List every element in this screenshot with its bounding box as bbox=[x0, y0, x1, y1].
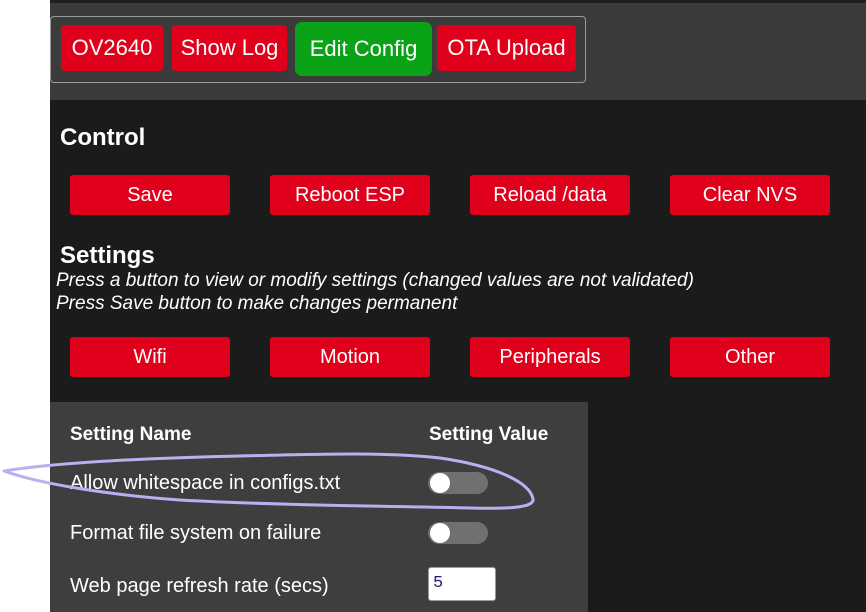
reload-data-button[interactable]: Reload /data bbox=[470, 175, 630, 215]
table-row-label: Web page refresh rate (secs) bbox=[70, 575, 329, 597]
setting-name-header: Setting Name bbox=[70, 424, 192, 445]
top-nav-bar: OV2640 Show Log Edit Config OTA Upload bbox=[50, 0, 866, 100]
settings-title: Settings bbox=[60, 242, 155, 269]
toggle-knob bbox=[430, 523, 450, 543]
table-row-label: Format file system on failure bbox=[70, 522, 322, 544]
settings-note-2: Press Save button to make changes perman… bbox=[56, 293, 458, 314]
nav-ov2640-button[interactable]: OV2640 bbox=[61, 25, 163, 71]
format-fs-toggle[interactable] bbox=[428, 522, 488, 544]
table-row-label: Allow whitespace in configs.txt bbox=[70, 472, 341, 494]
motion-button[interactable]: Motion bbox=[270, 337, 430, 377]
nav-edit-config-button[interactable]: Edit Config bbox=[295, 22, 432, 76]
app-container: OV2640 Show Log Edit Config OTA Upload C… bbox=[50, 0, 866, 612]
nav-ota-upload-button[interactable]: OTA Upload bbox=[437, 25, 576, 71]
settings-note-1: Press a button to view or modify setting… bbox=[56, 270, 694, 291]
toggle-knob bbox=[430, 473, 450, 493]
save-button[interactable]: Save bbox=[70, 175, 230, 215]
allow-whitespace-toggle[interactable] bbox=[428, 472, 488, 494]
control-title: Control bbox=[60, 124, 146, 151]
wifi-button[interactable]: Wifi bbox=[70, 337, 230, 377]
settings-table: Setting Name Setting Value Allow whitesp… bbox=[50, 402, 588, 612]
peripherals-button[interactable]: Peripherals bbox=[470, 337, 630, 377]
reboot-esp-button[interactable]: Reboot ESP bbox=[270, 175, 430, 215]
nav-button-group: OV2640 Show Log Edit Config OTA Upload bbox=[50, 16, 586, 83]
clear-nvs-button[interactable]: Clear NVS bbox=[670, 175, 830, 215]
other-button[interactable]: Other bbox=[670, 337, 830, 377]
nav-show-log-button[interactable]: Show Log bbox=[172, 25, 287, 71]
setting-value-header: Setting Value bbox=[429, 424, 549, 445]
refresh-rate-input[interactable]: 5 bbox=[428, 567, 496, 601]
